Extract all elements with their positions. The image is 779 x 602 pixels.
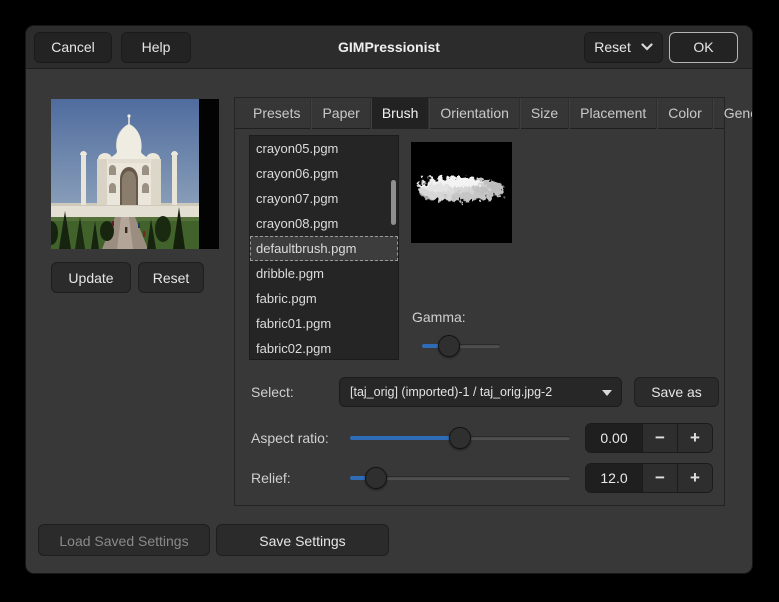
list-item[interactable]: defaultbrush.pgm: [250, 236, 398, 261]
list-item[interactable]: crayon05.pgm: [250, 136, 398, 161]
aspect-ratio-spinbox: 0.00 − +: [585, 423, 713, 453]
aspect-ratio-slider-fill: [350, 436, 460, 440]
list-scrollbar[interactable]: [391, 180, 396, 225]
select-label: Select:: [251, 384, 294, 400]
brush-source-dropdown[interactable]: [taj_orig] (imported)-1 / taj_orig.jpg-2: [339, 377, 622, 407]
brush-stroke-picture: [411, 142, 512, 243]
tab-placement[interactable]: Placement: [569, 98, 658, 129]
aspect-ratio-plus-button[interactable]: +: [677, 424, 712, 452]
relief-spinbox: 12.0 − +: [585, 463, 713, 493]
list-item[interactable]: fabric.pgm: [250, 286, 398, 311]
aspect-ratio-slider-handle[interactable]: [449, 427, 471, 449]
gamma-label: Gamma:: [412, 309, 466, 325]
list-item[interactable]: fabric02.pgm: [250, 336, 398, 359]
relief-slider-handle[interactable]: [365, 467, 388, 489]
tab-size[interactable]: Size: [519, 98, 570, 129]
aspect-ratio-label: Aspect ratio:: [251, 430, 329, 446]
tab-orientation[interactable]: Orientation: [429, 98, 520, 129]
tab-color[interactable]: Color: [657, 98, 713, 129]
brush-thumbnail: [411, 142, 512, 243]
chevron-down-icon: [641, 43, 653, 51]
aspect-ratio-slider[interactable]: [350, 427, 570, 449]
reset-button-label: Reset: [594, 39, 631, 55]
aspect-ratio-minus-button[interactable]: −: [642, 424, 677, 452]
settings-notebook: Presets Paper Brush Orientation Size Placemen…: [234, 97, 752, 506]
tab-bar: Presets Paper Brush Orientation Size Placemen…: [235, 98, 752, 129]
tab-general[interactable]: General: [712, 98, 752, 129]
reset-dropdown-button[interactable]: Reset: [584, 32, 663, 63]
save-settings-button[interactable]: Save Settings: [216, 524, 389, 556]
triangle-down-icon: [602, 390, 612, 396]
aspect-ratio-value[interactable]: 0.00: [586, 424, 642, 452]
list-item[interactable]: crayon06.pgm: [250, 161, 398, 186]
tab-presets[interactable]: Presets: [243, 98, 312, 129]
gamma-slider-handle[interactable]: [437, 335, 460, 357]
save-as-button[interactable]: Save as: [634, 377, 719, 407]
relief-value[interactable]: 12.0: [586, 464, 642, 492]
ok-button[interactable]: OK: [669, 32, 738, 63]
tab-paper[interactable]: Paper: [311, 98, 371, 129]
list-item[interactable]: fabric01.pgm: [250, 311, 398, 336]
screen: Cancel Help GIMPressionist Reset OK Upda…: [0, 0, 779, 602]
taj-mahal-preview-picture: [51, 99, 199, 249]
relief-minus-button[interactable]: −: [642, 464, 677, 492]
help-button[interactable]: Help: [121, 32, 191, 63]
relief-slider[interactable]: [350, 467, 570, 489]
tab-brush[interactable]: Brush: [370, 98, 430, 129]
relief-plus-button[interactable]: +: [677, 464, 712, 492]
preview-reset-button[interactable]: Reset: [138, 262, 204, 293]
relief-label: Relief:: [251, 470, 291, 486]
load-saved-settings-button[interactable]: Load Saved Settings: [38, 524, 210, 556]
gamma-slider[interactable]: [422, 335, 500, 357]
cancel-button[interactable]: Cancel: [34, 32, 112, 63]
brush-list[interactable]: crayon05.pgm crayon06.pgm crayon07.pgm cray…: [249, 135, 399, 360]
list-item[interactable]: dribble.pgm: [250, 261, 398, 286]
gimpressionist-dialog: Cancel Help GIMPressionist Reset OK Upda…: [25, 25, 753, 574]
header-bar: Cancel Help GIMPressionist Reset OK: [26, 26, 752, 69]
list-item[interactable]: crayon07.pgm: [250, 186, 398, 211]
preview-image: [51, 99, 219, 249]
list-item[interactable]: crayon08.pgm: [250, 211, 398, 236]
update-button[interactable]: Update: [51, 262, 131, 293]
brush-source-value: [taj_orig] (imported)-1 / taj_orig.jpg-2: [350, 385, 553, 399]
